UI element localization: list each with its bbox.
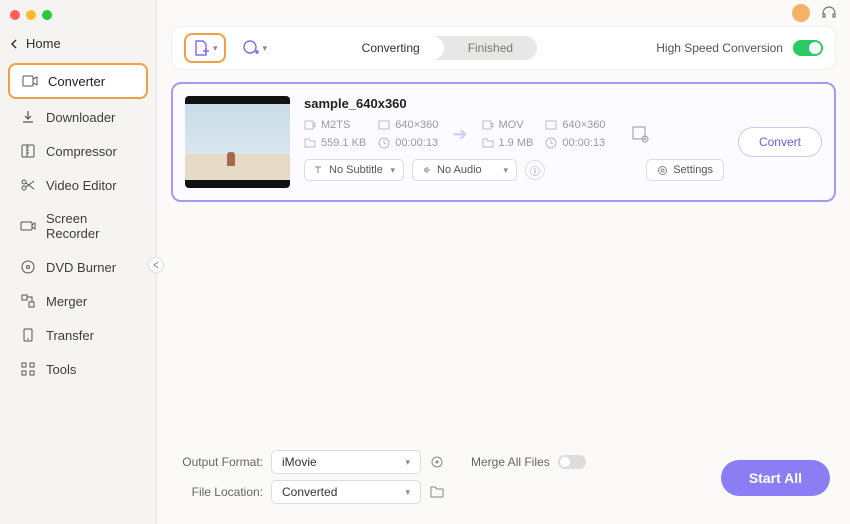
file-card: sample_640x360 M2TS 640×360 559.1 KB 00:…	[171, 82, 836, 202]
circle-plus-icon	[242, 39, 260, 57]
sidebar-item-compressor[interactable]: Compressor	[8, 135, 148, 167]
sidebar-item-transfer[interactable]: Transfer	[8, 319, 148, 351]
window-controls	[0, 6, 156, 32]
sidebar-item-label: Compressor	[46, 144, 117, 159]
video-format-icon	[482, 119, 494, 131]
converter-icon	[22, 73, 38, 89]
file-list: sample_640x360 M2TS 640×360 559.1 KB 00:…	[157, 70, 850, 442]
file-options-row: No Subtitle▾ No Audio▾ ⓘ Settings	[304, 159, 724, 181]
tab-finished[interactable]: Finished	[444, 36, 537, 60]
merge-icon	[20, 293, 36, 309]
chevron-down-icon: ▾	[263, 43, 268, 54]
info-button[interactable]: ⓘ	[525, 160, 545, 180]
sidebar-item-label: Tools	[46, 362, 76, 377]
audio-select[interactable]: No Audio▾	[412, 159, 517, 181]
file-location-select[interactable]: Converted▾	[271, 480, 421, 504]
resolution-icon	[378, 119, 390, 131]
footer: Output Format: iMovie▾ Merge All Files F…	[157, 442, 850, 524]
audio-icon	[421, 165, 431, 175]
home-label: Home	[26, 36, 61, 51]
subtitle-icon	[313, 165, 323, 175]
scissors-icon	[20, 177, 36, 193]
headset-icon[interactable]	[820, 4, 838, 22]
sidebar-item-label: Merger	[46, 294, 87, 309]
maximize-window-icon[interactable]	[42, 10, 52, 20]
main-panel: ▾ ▾ Converting Finished High Speed Conve…	[157, 0, 850, 524]
home-button[interactable]: Home	[0, 32, 156, 61]
sidebar-item-video-editor[interactable]: Video Editor	[8, 169, 148, 201]
folder-icon	[482, 137, 494, 149]
high-speed-toggle[interactable]	[793, 40, 823, 56]
toolbar: ▾ ▾ Converting Finished High Speed Conve…	[171, 26, 836, 70]
subtitle-select[interactable]: No Subtitle▾	[304, 159, 404, 181]
info-icon: ⓘ	[530, 163, 540, 178]
sidebar-item-label: Transfer	[46, 328, 94, 343]
file-details: sample_640x360 M2TS 640×360 559.1 KB 00:…	[304, 96, 724, 188]
start-all-button[interactable]: Start All	[721, 460, 830, 496]
file-name: sample_640x360	[304, 96, 724, 111]
chevron-left-icon	[10, 39, 20, 49]
file-specs: M2TS 640×360 559.1 KB 00:00:13 ➔ MOV 640…	[304, 119, 724, 149]
chevron-left-icon	[153, 261, 159, 269]
sidebar-item-screen-recorder[interactable]: Screen Recorder	[8, 203, 148, 249]
disc-icon	[20, 259, 36, 275]
settings-button[interactable]: Settings	[646, 159, 724, 181]
file-plus-icon	[192, 39, 210, 57]
downloader-icon	[20, 109, 36, 125]
convert-button[interactable]: Convert	[738, 127, 822, 157]
add-circle-button[interactable]: ▾	[236, 35, 274, 61]
close-window-icon[interactable]	[10, 10, 20, 20]
compressor-icon	[20, 143, 36, 159]
sidebar-item-label: Downloader	[46, 110, 115, 125]
output-format-select[interactable]: iMovie▾	[271, 450, 421, 474]
sidebar-item-tools[interactable]: Tools	[8, 353, 148, 385]
merge-label: Merge All Files	[471, 455, 550, 469]
output-settings-icon[interactable]	[429, 454, 445, 470]
sidebar-item-label: DVD Burner	[46, 260, 116, 275]
video-format-icon	[304, 119, 316, 131]
output-format-label: Output Format:	[173, 455, 263, 469]
status-tabs: Converting Finished	[338, 36, 537, 60]
chevron-down-icon: ▾	[213, 43, 218, 54]
open-folder-icon[interactable]	[429, 484, 445, 500]
merge-toggle[interactable]	[558, 455, 586, 469]
gear-icon	[657, 165, 668, 176]
tab-converting[interactable]: Converting	[338, 36, 444, 60]
sidebar-item-merger[interactable]: Merger	[8, 285, 148, 317]
arrow-right-icon: ➔	[452, 124, 467, 145]
high-speed-label: High Speed Conversion	[656, 41, 783, 55]
sidebar-item-dvd-burner[interactable]: DVD Burner	[8, 251, 148, 283]
clock-icon	[378, 137, 390, 149]
avatar[interactable]	[792, 4, 810, 22]
topbar	[157, 0, 850, 26]
add-file-button[interactable]: ▾	[184, 33, 226, 63]
sidebar-item-converter[interactable]: Converter	[8, 63, 148, 99]
transfer-icon	[20, 327, 36, 343]
sidebar: Home Converter Downloader Compressor Vid…	[0, 0, 157, 524]
sidebar-item-label: Video Editor	[46, 178, 117, 193]
clock-icon	[545, 137, 557, 149]
camera-icon	[20, 218, 36, 234]
sidebar-item-label: Converter	[48, 74, 105, 89]
file-location-label: File Location:	[173, 485, 263, 499]
video-thumbnail[interactable]	[185, 96, 290, 188]
minimize-window-icon[interactable]	[26, 10, 36, 20]
sidebar-item-downloader[interactable]: Downloader	[8, 101, 148, 133]
sidebar-item-label: Screen Recorder	[46, 211, 136, 241]
sidebar-collapse-button[interactable]	[148, 257, 164, 273]
resolution-icon	[545, 119, 557, 131]
folder-icon	[304, 137, 316, 149]
grid-icon	[20, 361, 36, 377]
edit-output-icon[interactable]	[630, 124, 650, 144]
